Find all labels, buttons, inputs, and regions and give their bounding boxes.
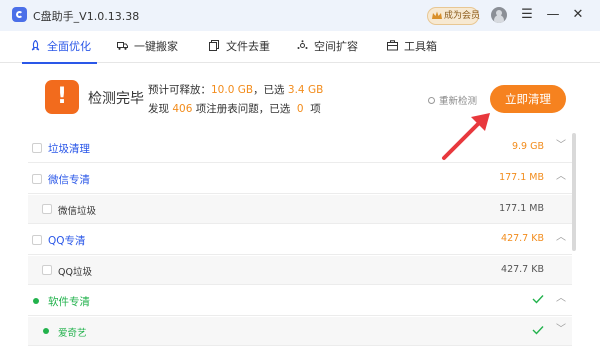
list-item-wechat-trash[interactable]: 微信垃圾 177.1 MB [28,195,572,224]
checkbox[interactable] [32,143,42,153]
list-item-label: 软件专清 [48,296,90,308]
list-item-size: 427.7 KB [501,233,544,244]
clean-now-button[interactable]: 立即清理 [490,85,566,113]
list-item-wechat-clean[interactable]: 微信专清 177.1 MB ︿ [28,164,572,194]
tab-one-click-move[interactable]: 一键搬家 [117,31,178,63]
expand-icon [297,40,308,49]
list-item-label: 微信专清 [48,174,90,186]
list-item-trash-clean[interactable]: 垃圾清理 9.9 GB ﹀ [28,133,572,163]
list-item-software-clean[interactable]: 软件专清 ︿ [28,286,572,316]
warning-icon: ! [45,80,79,114]
list-item-label: QQ专清 [48,235,86,247]
release-selected: 3.4 GB [287,84,324,96]
tab-label: 空间扩容 [314,40,358,53]
registry-suffix: 项 [310,103,321,115]
chevron-up-icon[interactable]: ︿ [556,172,566,182]
status-dot [43,328,49,334]
crown-icon [432,11,442,19]
list-item-qq-clean[interactable]: QQ专清 427.7 KB ︿ [28,225,572,255]
files-icon [209,40,219,51]
tab-toolbox[interactable]: 工具箱 [387,31,437,63]
checkmark-icon [532,295,544,304]
list-item-iqiyi[interactable]: 爱奇艺 ﹀ [28,317,572,346]
truck-icon [117,42,128,50]
release-prefix: 预计可释放： [148,84,211,96]
app-logo-icon [12,7,27,22]
registry-prefix: 发现 [148,103,169,115]
minimize-button[interactable]: — [544,6,562,24]
registry-selected: 0 [296,103,304,115]
toolbox-icon [387,40,398,51]
release-summary: 预计可释放：10.0 GB，已选 3.4 GB [148,82,323,97]
checkbox[interactable] [42,265,52,275]
checkbox[interactable] [32,174,42,184]
tab-label: 一键搬家 [134,40,178,53]
list-item-qq-trash[interactable]: QQ垃圾 427.7 KB [28,256,572,285]
scan-status: 检测完毕 [88,91,144,107]
list-item-label: 微信垃圾 [58,206,97,217]
title-bar: C盘助手_V1.0.13.38 成为会员 ☰ — ✕ [0,0,600,31]
list-item-size: 177.1 MB [499,203,544,214]
list-item-size: 427.7 KB [501,264,544,275]
list-item-label: 爱奇艺 [58,328,87,339]
checkmark-icon [532,326,544,335]
tab-label: 工具箱 [404,40,437,53]
rescan-label: 重新检测 [439,96,478,107]
user-avatar[interactable] [491,7,507,23]
checkbox[interactable] [42,204,52,214]
tab-label: 全面优化 [47,40,91,53]
list-item-size: 177.1 MB [499,172,544,183]
main-tabs: 全面优化 一键搬家 文件去重 空间扩容 工具箱 [0,31,600,64]
registry-mid: 项注册表问题，已选 [195,103,291,115]
list-item-label: 垃圾清理 [48,143,90,155]
scrollbar[interactable] [572,133,576,251]
rocket-icon [31,40,40,51]
chevron-up-icon[interactable]: ︿ [556,294,566,304]
release-mid: ，已选 [253,84,285,96]
chevron-down-icon[interactable]: ﹀ [556,141,566,151]
tab-label: 文件去重 [226,40,270,53]
registry-count: 406 [172,103,193,115]
tab-space-expand[interactable]: 空间扩容 [297,31,358,63]
checkbox[interactable] [32,235,42,245]
chevron-down-icon[interactable]: ﹀ [556,325,566,335]
app-title: C盘助手_V1.0.13.38 [33,10,140,23]
chevron-up-icon[interactable]: ︿ [556,233,566,243]
release-value: 10.0 GB [211,84,254,96]
list-item-label: QQ垃圾 [58,267,92,278]
menu-icon[interactable]: ☰ [518,6,536,24]
tab-full-optimize[interactable]: 全面优化 [22,31,97,64]
tab-file-dedupe[interactable]: 文件去重 [209,31,270,63]
registry-summary: 发现 406 项注册表问题，已选 0 项 [148,101,321,116]
become-vip-button[interactable]: 成为会员 [427,7,481,25]
vip-label: 成为会员 [444,11,481,21]
status-dot [33,298,39,304]
refresh-icon [428,97,435,104]
close-button[interactable]: ✕ [569,6,587,24]
rescan-button[interactable]: 重新检测 [428,93,477,107]
list-item-size: 9.9 GB [511,141,544,152]
